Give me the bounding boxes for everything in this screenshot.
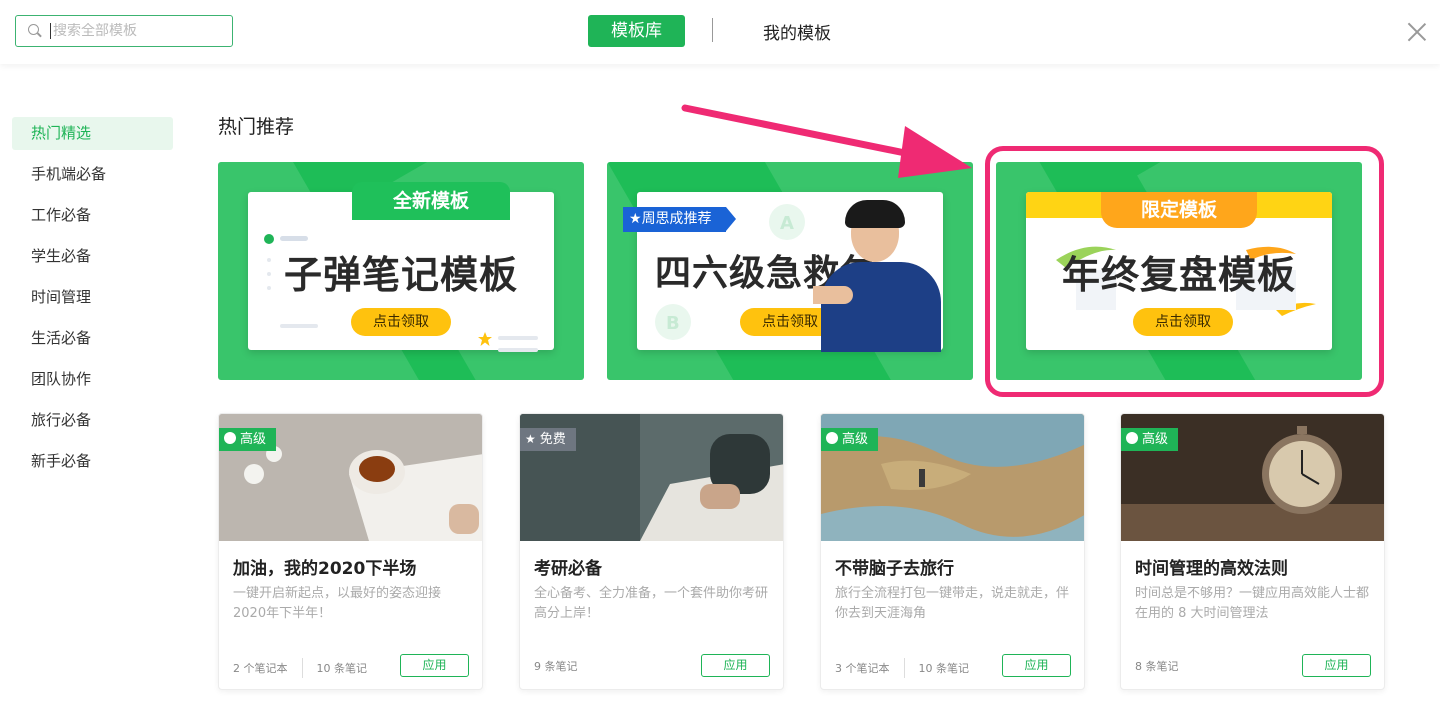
badge-premium: 高级	[219, 428, 277, 451]
letter-a-icon: A	[769, 204, 805, 240]
letter-b-icon: B	[655, 304, 691, 340]
card-title: 不带脑子去旅行	[835, 559, 954, 579]
apply-button[interactable]: 应用	[400, 654, 469, 677]
card-title: 加油，我的2020下半场	[233, 559, 417, 579]
badge-free: ★ 免费	[520, 428, 576, 451]
card-desc: 旅行全流程打包一键带走，说走就走，伴你去到天涯海角	[835, 586, 1070, 621]
close-icon[interactable]	[1405, 20, 1429, 44]
badge-premium: 高级	[1121, 428, 1179, 451]
banner-card: 全新模板 子弹笔记模板 点击领取	[248, 182, 554, 352]
pointer-arrow	[681, 104, 972, 178]
sidebar-item-work[interactable]: 工作必备	[12, 199, 173, 232]
sidebar-item-team[interactable]: 团队协作	[12, 363, 173, 396]
template-card-time[interactable]: 高级 时间管理的高效法则 时间总是不够用？一键应用高效能人士都在用的 8 大时间…	[1120, 413, 1385, 690]
banner-bullet-journal[interactable]: 全新模板 子弹笔记模板 点击领取	[218, 162, 584, 380]
search-icon	[28, 24, 42, 38]
sidebar-item-travel[interactable]: 旅行必备	[12, 404, 173, 437]
recommend-tag: ★周思成推荐	[623, 207, 736, 232]
section-title: 热门推荐	[218, 116, 295, 138]
card-meta: 9 条笔记	[534, 660, 578, 673]
tab-template-library[interactable]: 模板库	[588, 15, 685, 47]
claim-button[interactable]: 点击领取	[351, 308, 451, 336]
template-card-2020[interactable]: 高级 加油，我的2020下半场 一键开启新起点，以最好的姿态迎接2020年下半年…	[218, 413, 483, 690]
apply-button[interactable]: 应用	[701, 654, 770, 677]
decor-lines-right	[498, 336, 538, 352]
card-desc: 全心备考、全力准备，一个套件助你考研高分上岸！	[534, 586, 769, 621]
presenter-photo	[813, 200, 943, 352]
apply-button[interactable]: 应用	[1302, 654, 1371, 677]
svg-text:B: B	[666, 313, 680, 334]
card-meta: 8 条笔记	[1135, 660, 1179, 673]
tab-my-templates[interactable]: 我的模板	[763, 19, 831, 44]
banner-title: 子弹笔记模板	[283, 253, 518, 297]
template-card-travel[interactable]: 高级 不带脑子去旅行 旅行全流程打包一键带走，说走就走，伴你去到天涯海角 3 个…	[820, 413, 1085, 690]
svg-text:A: A	[780, 213, 794, 234]
sidebar-item-mobile[interactable]: 手机端必备	[12, 158, 173, 191]
card-meta: 2 个笔记本 10 条笔记	[233, 658, 367, 678]
highlight-frame	[985, 146, 1384, 397]
badge-premium: 高级	[821, 428, 879, 451]
card-meta: 3 个笔记本 10 条笔记	[835, 658, 969, 678]
banner-ribbon: 全新模板	[352, 182, 510, 220]
star-icon	[478, 332, 492, 346]
template-card-exam[interactable]: ★ 免费 考研必备 全心备考、全力准备，一个套件助你考研高分上岸！ 9 条笔记 应…	[519, 413, 784, 690]
search-box[interactable]	[15, 15, 233, 47]
banner-cet-kit[interactable]: A B 四六级急救包 点击领取 ★周思成推荐	[607, 162, 973, 380]
sidebar-item-student[interactable]: 学生必备	[12, 240, 173, 273]
search-input[interactable]	[50, 23, 210, 39]
apply-button[interactable]: 应用	[1002, 654, 1071, 677]
top-bar: 模板库 我的模板	[0, 0, 1440, 64]
card-title: 考研必备	[534, 559, 602, 579]
card-desc: 时间总是不够用？一键应用高效能人士都在用的 8 大时间管理法	[1135, 586, 1370, 621]
sidebar-item-hot[interactable]: 热门精选	[12, 117, 173, 150]
tab-divider	[712, 18, 713, 42]
card-title: 时间管理的高效法则	[1135, 559, 1288, 579]
sidebar-item-time[interactable]: 时间管理	[12, 281, 173, 314]
sidebar-item-life[interactable]: 生活必备	[12, 322, 173, 355]
category-sidebar: 热门精选 手机端必备 工作必备 学生必备 时间管理 生活必备 团队协作 旅行必备…	[12, 117, 173, 486]
sidebar-item-newbie[interactable]: 新手必备	[12, 445, 173, 478]
star-icon: ★	[629, 211, 642, 227]
card-desc: 一键开启新起点，以最好的姿态迎接2020年下半年！	[233, 586, 442, 621]
